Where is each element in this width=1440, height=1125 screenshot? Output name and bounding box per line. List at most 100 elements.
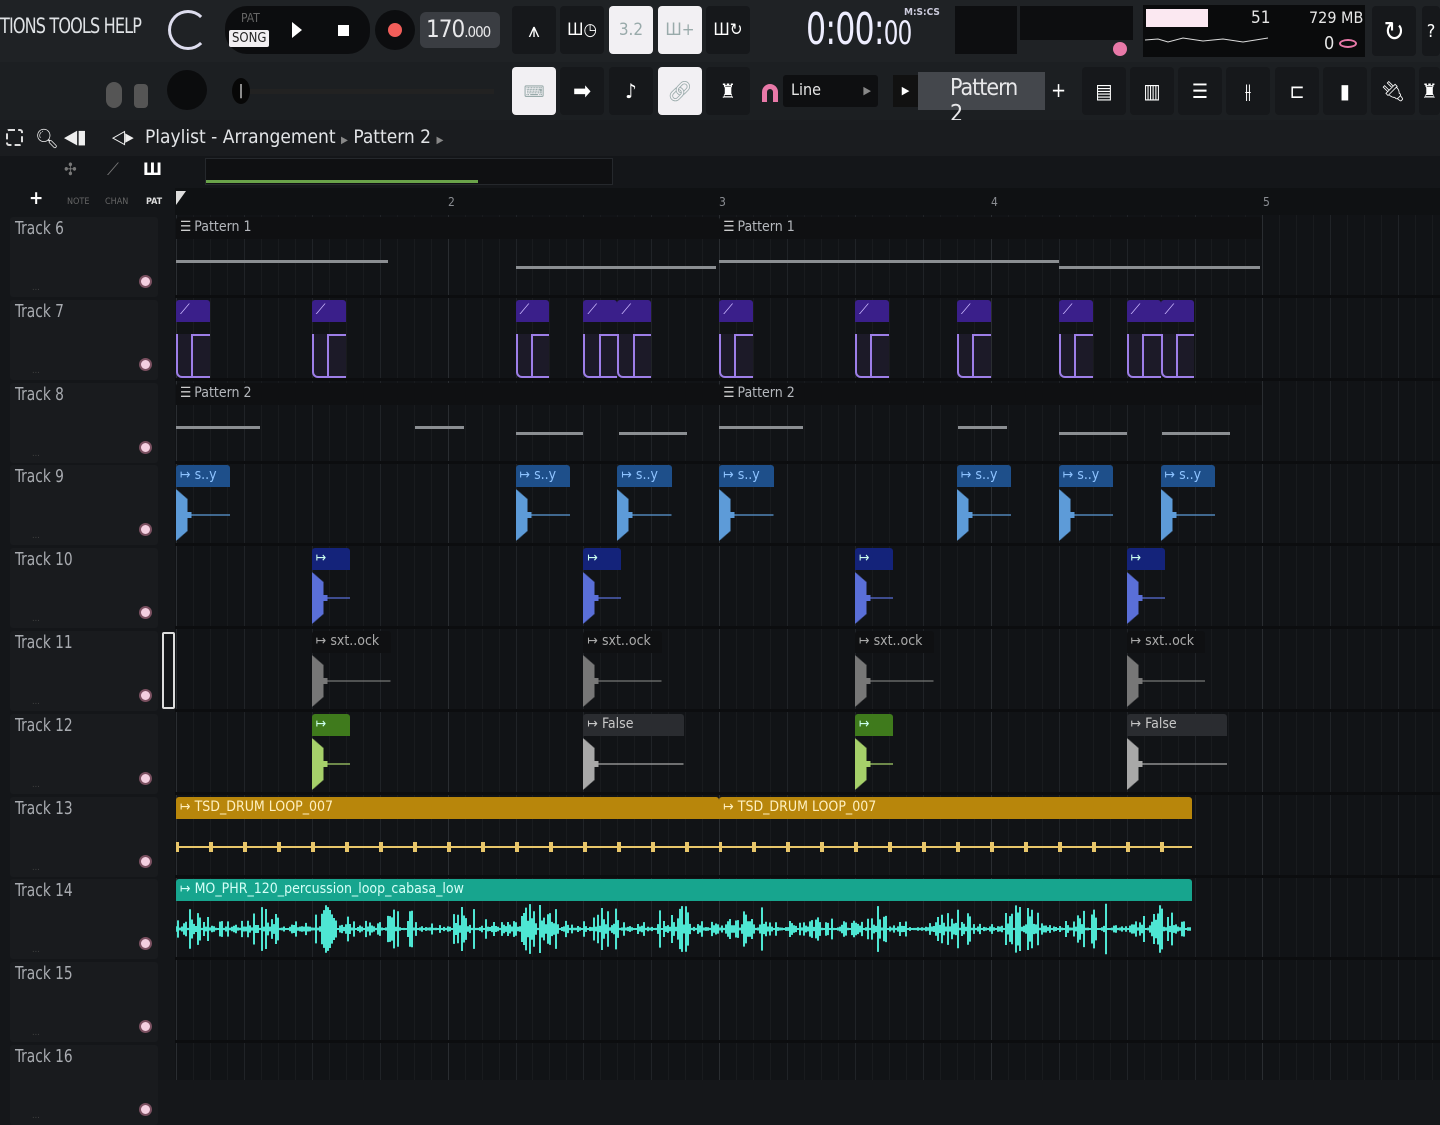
tempo-field[interactable]: 170.000 [420, 12, 500, 48]
tempo-tapper-icon[interactable]: ♜ [1419, 67, 1440, 115]
add-pattern-button[interactable]: + [1051, 78, 1066, 102]
pattern-clip[interactable]: ☰ Pattern 2 [176, 382, 720, 461]
automation-clip[interactable]: ⟋ [515, 299, 550, 378]
track-mute-button[interactable] [139, 1103, 152, 1116]
slider-handle[interactable]: | [232, 78, 250, 104]
channel-rack-icon[interactable]: ☰ [1178, 67, 1222, 115]
automation-clip[interactable]: ⟋ [1058, 299, 1093, 378]
cpu-memory-monitor[interactable]: 51 729 MB 0 [1143, 5, 1365, 57]
sample-clip[interactable]: ↦ [311, 713, 350, 792]
automation-clip[interactable]: ⟋ [855, 299, 889, 378]
breadcrumb-playlist[interactable]: Playlist - Arrangement [145, 126, 336, 148]
track-mute-button[interactable] [139, 523, 152, 537]
sample-clip[interactable]: ↦ s..y [719, 465, 774, 543]
maximize-icon[interactable] [6, 129, 23, 146]
breadcrumb-arrow-icon[interactable]: ▶ [436, 135, 443, 146]
master-pitch-knob[interactable] [167, 70, 207, 110]
loop-clip[interactable]: ↦ TSD_DRUM LOOP_007 [719, 796, 1192, 875]
sample-clip[interactable]: ↦ [855, 548, 894, 626]
project-icon[interactable]: ▮ [1323, 67, 1367, 115]
sample-clip[interactable]: ↦ [311, 548, 350, 626]
song-mode-button[interactable]: SONG [229, 30, 270, 47]
main-menu[interactable]: TIONS TOOLS HELP [0, 14, 142, 38]
metronome-icon[interactable]: ⩚ [512, 6, 556, 54]
track-mute-button[interactable] [139, 357, 152, 371]
sample-clip[interactable]: ↦ sxt..ock [583, 631, 663, 709]
sample-clip[interactable]: ↦ s..y [176, 465, 231, 543]
typing-keyboard-icon[interactable]: ⌨ [512, 67, 556, 115]
track-mute-button[interactable] [139, 937, 152, 951]
track-mute-button[interactable] [139, 440, 152, 454]
pat-mode-label[interactable]: PAT [241, 11, 260, 25]
automation-clip[interactable]: ⟋ [956, 299, 991, 378]
sample-clip[interactable]: ↦ s..y [1058, 465, 1113, 543]
stop-button[interactable] [338, 25, 349, 36]
picker-note-tab[interactable]: NOTE [67, 197, 90, 207]
track-header[interactable]: Track 16... [10, 1045, 158, 1125]
picker-pat-tab[interactable]: PAT [146, 197, 162, 207]
track-header[interactable]: Track 14... [10, 879, 158, 960]
automation-clip[interactable]: ⟋ [311, 299, 346, 378]
link-icon[interactable]: 🔗︎ [658, 67, 702, 115]
playlist-overview[interactable] [205, 158, 613, 185]
playlist-icon[interactable]: ▤ [1082, 67, 1126, 115]
track-mute-button[interactable] [139, 771, 152, 785]
sample-clip[interactable]: ↦ [855, 713, 894, 792]
loop-clip[interactable]: ↦ TSD_DRUM LOOP_007 [176, 796, 720, 875]
sample-clip[interactable]: ↦ sxt..ock [855, 631, 934, 709]
track-mute-button[interactable] [139, 606, 152, 620]
track-header[interactable]: Track 15... [10, 962, 158, 1043]
playlist-menu-icon[interactable]: ◁▸ [112, 126, 134, 148]
automation-clip[interactable]: ⟋ [176, 299, 210, 378]
plugin-icon[interactable]: 🔌︎ [1371, 67, 1415, 115]
pattern-clip[interactable]: ☰ Pattern 1 [719, 217, 1263, 295]
track-header[interactable]: Track 6... [10, 217, 158, 297]
sample-clip[interactable]: ↦ False [583, 713, 684, 792]
track-header[interactable]: Track 10... [10, 548, 158, 629]
countdown-icon[interactable]: 3.2 [609, 6, 653, 54]
track-header[interactable]: Track 8... [10, 382, 158, 463]
sample-clip[interactable]: ↦ sxt..ock [1126, 631, 1206, 709]
playlist-grid[interactable]: ☰ Pattern 1 ☰ Pattern 1 ☰ Pattern 2 ☰ Pattern 2… [175, 215, 1440, 1080]
add-track-button[interactable]: + [29, 187, 43, 209]
record-button[interactable] [375, 10, 415, 50]
picker-chan-tab[interactable]: CHAN [105, 197, 128, 207]
master-volume-knob[interactable] [168, 10, 208, 50]
picker-pattern-icon[interactable]: Ш [143, 160, 162, 180]
loop-record-icon[interactable]: Ш↻ [706, 6, 750, 54]
wait-for-input-icon[interactable]: Ш◷ [560, 6, 604, 54]
track-header[interactable]: Track 11... [10, 631, 158, 711]
track-mute-button[interactable] [139, 275, 152, 288]
undo-icon[interactable]: ↻ [1372, 6, 1416, 56]
pattern-clip[interactable]: ☰ Pattern 1 [176, 217, 720, 295]
sample-clip[interactable]: ↦ s..y [956, 465, 1012, 543]
timeline-ruler[interactable]: 2 3 4 5 [175, 188, 1440, 215]
arrow-right-icon[interactable]: ➡ [560, 67, 604, 115]
sample-clip[interactable]: ↦ [1126, 548, 1165, 626]
pattern-clip[interactable]: ☰ Pattern 2 [719, 382, 1263, 461]
track-header[interactable]: Track 7... [10, 299, 158, 380]
track-header[interactable]: Track 13... [10, 796, 158, 877]
automation-clip[interactable]: ⟋ [583, 299, 618, 378]
audio-input-icon[interactable]: ♜ [706, 67, 750, 115]
breadcrumb-pattern[interactable]: Pattern 2 [353, 126, 431, 148]
sample-clip[interactable]: ↦ s..y [617, 465, 672, 543]
selected-track-indicator[interactable] [162, 632, 175, 709]
playhead-marker[interactable] [176, 191, 186, 205]
note-icon[interactable]: ♪ [609, 67, 653, 115]
play-button[interactable] [292, 22, 302, 38]
picker-automation-icon[interactable]: ⟋ [107, 160, 119, 180]
pattern-prev-button[interactable]: ▶ [893, 75, 918, 107]
track-mute-button[interactable] [139, 854, 152, 868]
browser-icon[interactable]: ⊏ [1275, 67, 1319, 115]
pattern-selector[interactable]: Pattern 2 [918, 72, 1045, 127]
time-format-label[interactable]: M:S:CS [904, 7, 940, 18]
loop-clip[interactable]: ↦ MO_PHR_120_percussion_loop_cabasa_low [176, 879, 1192, 957]
sample-clip[interactable]: ↦ [583, 548, 622, 626]
piano-roll-icon[interactable]: ▥ [1130, 67, 1174, 115]
help-icon[interactable]: ? [1422, 6, 1440, 56]
automation-clip[interactable]: ⟋ [617, 299, 652, 378]
automation-clip[interactable]: ⟋ [1160, 299, 1195, 378]
track-mute-button[interactable] [139, 1020, 152, 1034]
sample-clip[interactable]: ↦ s..y [1160, 465, 1215, 543]
